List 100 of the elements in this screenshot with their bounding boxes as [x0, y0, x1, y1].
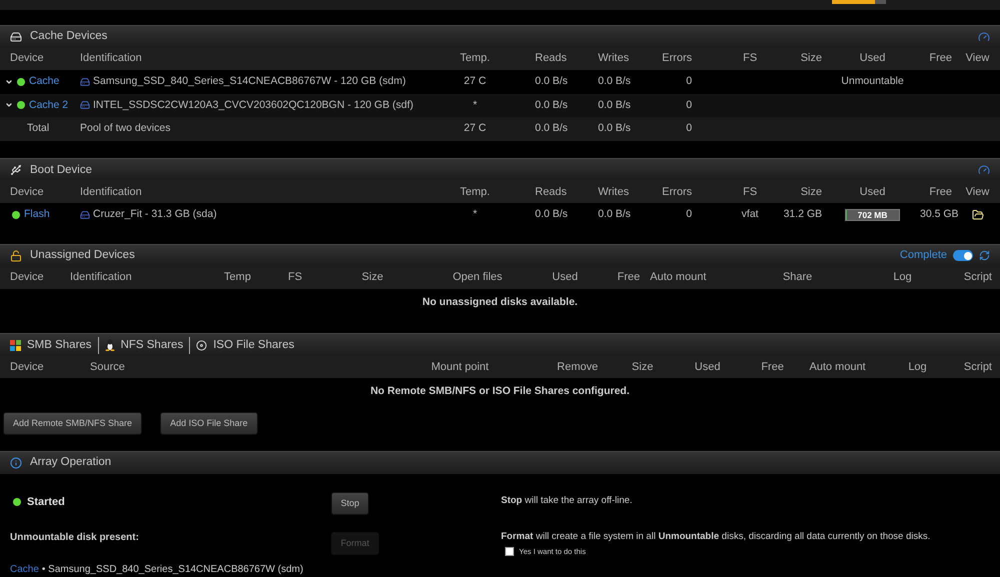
drive-icon: [80, 76, 90, 87]
column-header: Log: [907, 360, 928, 375]
column-header: Script: [962, 270, 993, 286]
empty-message: No unassigned disks available.: [422, 294, 578, 310]
section-tab[interactable]: SMB Shares: [27, 336, 92, 354]
column-header: Writes: [598, 184, 630, 200]
column-header: Temp: [223, 270, 252, 286]
section-title: Boot Device: [30, 162, 92, 178]
windows-logo-icon: [10, 340, 21, 351]
expand-icon[interactable]: [5, 101, 13, 110]
section-tab[interactable]: ISO File Shares: [213, 336, 294, 354]
column-header: FS: [742, 51, 758, 66]
column-header: Device: [9, 51, 45, 66]
section-title: Unassigned Devices: [30, 248, 135, 264]
add-share-button[interactable]: Add ISO File Share: [160, 412, 258, 435]
unmountable-label: Unmountable disk present:: [10, 531, 140, 545]
section-title: Array Operation: [30, 455, 112, 470]
table-cell-text: Samsung_SSD_840_Series_S14CNEACB86767W - 120 GB (sdm): [93, 74, 406, 89]
table-cell: 0.0 B/s: [598, 208, 631, 220]
column-header: FS: [742, 184, 758, 200]
table-cell: 0: [686, 98, 692, 111]
drive-icon: [80, 100, 90, 110]
drive-icon: [80, 210, 90, 220]
column-header: Reads: [534, 184, 568, 200]
column-header: Errors: [661, 184, 693, 200]
refresh-icon[interactable]: [979, 250, 990, 262]
column-header: Remove: [556, 360, 599, 375]
table-cell: 0: [686, 74, 692, 87]
penguin-icon: [104, 339, 115, 352]
column-header: Identification: [80, 51, 143, 66]
table-cell: 31.2 GB: [783, 208, 822, 220]
expand-icon[interactable]: [5, 78, 13, 86]
table-cell: 27 C: [464, 74, 486, 87]
column-header: Auto mount: [649, 270, 708, 286]
table-cell: Unmountable: [841, 74, 904, 87]
table-cell: *: [472, 208, 478, 220]
table-cell: 0.0 B/s: [598, 122, 631, 134]
column-header: Open files: [452, 270, 504, 286]
table-cell: 30.5 GB: [920, 208, 959, 220]
table-cell: 0.0 B/s: [535, 122, 568, 134]
column-header: View: [964, 51, 990, 66]
toggle-switch[interactable]: [953, 250, 973, 262]
column-header: Device: [9, 270, 45, 286]
array-status: Started: [27, 495, 65, 510]
dashboard-icon[interactable]: [978, 164, 990, 176]
column-header: Used: [551, 270, 579, 286]
table-cell: Total: [27, 122, 50, 134]
column-header: Size: [800, 51, 823, 66]
column-header: FS: [286, 270, 304, 286]
table-cell: 0.0 B/s: [598, 74, 631, 87]
column-header: Script: [962, 360, 993, 375]
section-title: Cache Devices: [30, 29, 108, 44]
device-link[interactable]: Flash: [24, 207, 50, 223]
section-tab[interactable]: NFS Shares: [120, 336, 184, 354]
column-header: Size: [630, 360, 654, 375]
add-share-button[interactable]: Add Remote SMB/NFS Share: [3, 412, 142, 435]
table-cell: 0.0 B/s: [535, 74, 568, 87]
column-header: Free: [928, 51, 953, 66]
info-icon: [10, 456, 22, 469]
table-cell-text: INTEL_SSDSC2CW120A3_CVCV203602QC120BGN - 120 GB (sdf): [93, 98, 414, 113]
table-cell: vfat: [742, 208, 758, 220]
column-header: Share: [782, 270, 814, 286]
column-header: Size: [360, 270, 384, 286]
confirm-checkbox[interactable]: [505, 547, 514, 556]
column-header: Device: [9, 184, 45, 200]
format-description: Format will create a file system in all Unmountable disks, discarding all data currently on those disks.: [501, 530, 930, 544]
column-header: Source: [90, 360, 126, 375]
column-header: Auto mount: [808, 360, 867, 375]
empty-message: No Remote SMB/NFS or ISO File Shares configured.: [370, 384, 630, 400]
table-cell: Pool of two devices: [80, 122, 170, 134]
column-header: Identification: [69, 270, 133, 286]
column-header: Size: [800, 184, 823, 200]
column-header: Mount point: [430, 360, 490, 375]
device-link[interactable]: Cache 2: [29, 98, 68, 114]
dashboard-icon[interactable]: [978, 30, 990, 43]
table-cell: *: [472, 98, 478, 111]
stop-button[interactable]: Stop: [331, 492, 369, 515]
column-header: View: [964, 184, 990, 200]
unlocked-icon: [10, 250, 22, 262]
folder-icon[interactable]: [972, 208, 984, 221]
column-header: Errors: [661, 51, 693, 66]
usb-icon: [10, 164, 22, 176]
column-header: Temp.: [459, 184, 491, 200]
column-header: Free: [760, 360, 785, 375]
column-header: Free: [616, 270, 640, 286]
disk-link[interactable]: Cache: [10, 562, 39, 577]
disk-name: • Samsung_SSD_840_Series_S14CNEACB86767W (sdm): [42, 563, 304, 577]
column-header: Free: [928, 184, 953, 200]
complete-link[interactable]: Complete: [900, 247, 947, 264]
disc-icon: [196, 340, 208, 351]
table-cell: 0.0 B/s: [535, 208, 568, 220]
column-header: Used: [858, 51, 886, 66]
table-cell: 0: [686, 122, 692, 134]
device-link[interactable]: Cache: [29, 74, 60, 90]
stop-description: Stop will take the array off-line.: [501, 494, 632, 508]
table-cell: 27 C: [464, 122, 486, 134]
table-cell: 0: [686, 208, 692, 220]
table-cell: 0.0 B/s: [535, 98, 568, 111]
column-header: Log: [892, 270, 913, 286]
table-cell: 0.0 B/s: [598, 98, 631, 111]
